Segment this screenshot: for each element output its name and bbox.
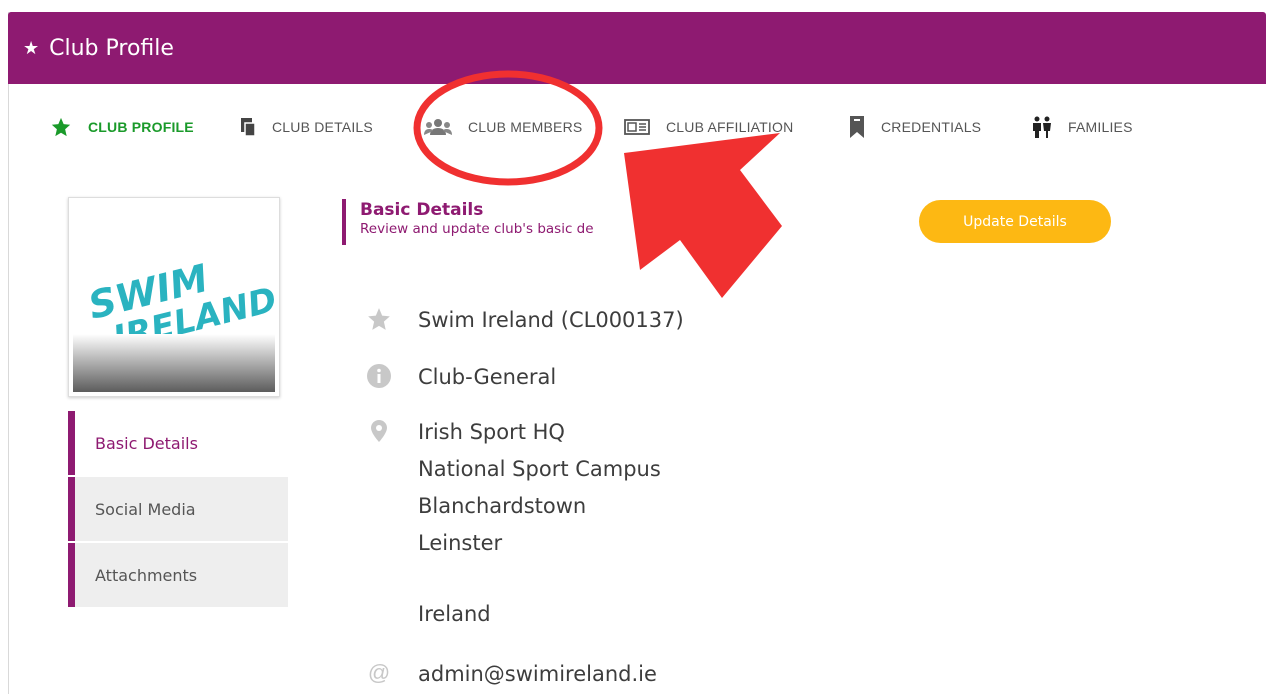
club-logo: SWIM IRELAND [68, 197, 280, 397]
logo-gradient [73, 334, 275, 392]
address-line: Blanchardstown [418, 494, 587, 518]
side-nav-basic-details[interactable]: Basic Details [68, 411, 288, 475]
section-subtitle: Review and update club's basic de [360, 221, 594, 237]
club-type: Club-General [418, 365, 557, 389]
tab-label: CLUB DETAILS [272, 119, 373, 135]
star-icon [362, 302, 396, 336]
detail-club-type: Club-General [362, 359, 556, 396]
detail-email: @ admin@swimireland.ie [362, 656, 657, 693]
location-pin-icon [362, 414, 396, 448]
page-header: ★ Club Profile [8, 12, 1266, 84]
tab-label: CLUB AFFILIATION [666, 119, 794, 135]
address-line [418, 562, 661, 596]
page-title: ★ Club Profile [23, 36, 174, 61]
tab-label: CLUB MEMBERS [468, 119, 583, 135]
bookmark-icon [849, 115, 865, 139]
id-card-icon [624, 118, 650, 136]
address-line: Leinster [418, 531, 503, 555]
at-sign-icon: @ [367, 660, 391, 685]
page-title-text: Club Profile [49, 36, 174, 61]
side-nav-social-media[interactable]: Social Media [68, 477, 288, 541]
address-line: National Sport Campus [418, 457, 661, 481]
detail-club-name: Swim Ireland (CL000137) [362, 302, 684, 339]
side-nav-label: Social Media [95, 499, 196, 519]
club-name: Swim Ireland (CL000137) [418, 308, 684, 332]
detail-address: Irish Sport HQ National Sport Campus Bla… [362, 414, 661, 633]
section-header: Basic Details Review and update club's b… [342, 199, 594, 245]
family-icon [1032, 116, 1052, 138]
update-details-button[interactable]: Update Details [919, 200, 1111, 243]
star-icon [50, 116, 72, 138]
info-icon [362, 359, 396, 393]
side-nav-attachments[interactable]: Attachments [68, 543, 288, 607]
side-nav-label: Basic Details [95, 433, 198, 453]
side-nav-label: Attachments [95, 565, 198, 585]
club-email: admin@swimireland.ie [418, 662, 657, 686]
tab-families[interactable]: FAMILIES [1032, 112, 1133, 142]
tab-club-affiliation[interactable]: CLUB AFFILIATION [624, 112, 793, 142]
tab-club-details[interactable]: CLUB DETAILS [240, 112, 373, 142]
address-line: Ireland [418, 602, 491, 626]
document-icon [240, 117, 256, 137]
tab-label: FAMILIES [1068, 119, 1133, 135]
address-line: Irish Sport HQ [418, 420, 565, 444]
tab-label: CLUB PROFILE [88, 119, 194, 135]
tab-label: CREDENTIALS [881, 119, 982, 135]
section-title: Basic Details [360, 200, 484, 220]
tab-club-members[interactable]: CLUB MEMBERS [424, 112, 582, 142]
users-icon [424, 118, 452, 136]
address-block: Irish Sport HQ National Sport Campus Bla… [418, 414, 661, 633]
side-nav: Basic Details Social Media Attachments [68, 411, 288, 609]
star-icon: ★ [23, 38, 40, 59]
tab-club-profile[interactable]: CLUB PROFILE [50, 112, 194, 142]
tab-credentials[interactable]: CREDENTIALS [849, 112, 981, 142]
